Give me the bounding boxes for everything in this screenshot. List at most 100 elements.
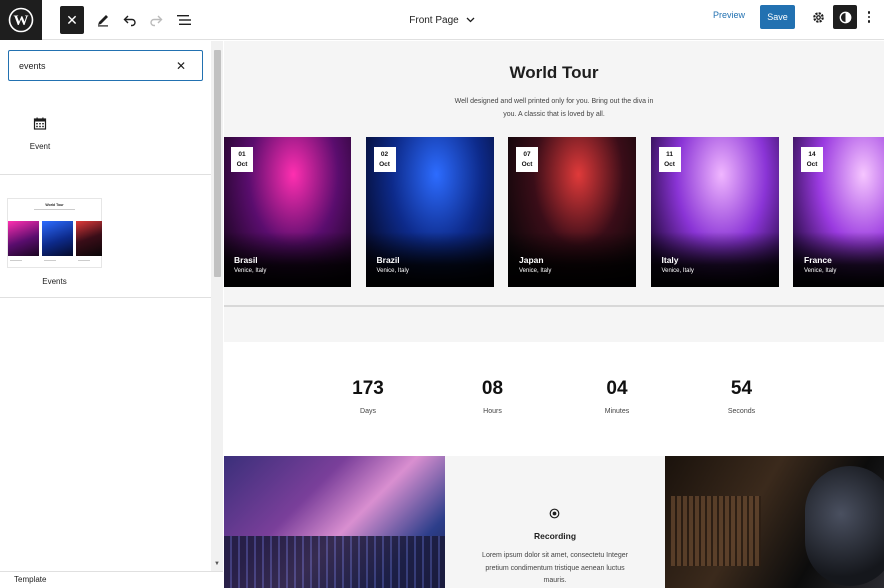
countdown-item: 173 Days: [328, 378, 408, 415]
event-city: Japan: [519, 255, 544, 265]
sidebar-scrollbar-thumb[interactable]: [214, 50, 221, 277]
feature-text-block[interactable]: Recording Lorem ipsum dolor sit amet, co…: [445, 456, 665, 588]
pattern-preview-text-line: [10, 260, 22, 261]
date-day: 14: [808, 151, 816, 158]
event-venue: Venice, Italy: [376, 268, 409, 274]
more-vertical-icon: [867, 11, 871, 14]
countdown-block[interactable]: 173 Days 08 Hours 04 Minutes 54 Seconds: [224, 342, 884, 456]
countdown-label: Hours: [483, 408, 502, 415]
date-day: 07: [523, 151, 531, 158]
event-card[interactable]: 07 Oct Japan Venice, Italy: [508, 137, 636, 287]
date-badge: 01 Oct: [231, 147, 253, 172]
countdown-item: 08 Hours: [453, 378, 533, 415]
section-divider: [0, 297, 211, 298]
pattern-preview-card: [8, 221, 39, 256]
event-city: Brazil: [376, 255, 400, 265]
countdown-label: Minutes: [604, 408, 630, 415]
svg-text:W: W: [14, 13, 29, 29]
search-input[interactable]: events ✕: [8, 50, 203, 81]
search-value: events: [19, 60, 46, 71]
undo-icon: [123, 15, 136, 27]
date-badge: 07 Oct: [516, 147, 538, 172]
event-city: France: [804, 255, 832, 265]
event-card[interactable]: 11 Oct Italy Venice, Italy: [650, 137, 779, 287]
block-result-event[interactable]: Event: [14, 117, 66, 157]
event-venue: Venice, Italy: [661, 268, 694, 274]
editor-canvas[interactable]: World Tour Well designed and well printe…: [224, 41, 884, 588]
breadcrumb[interactable]: Template: [0, 571, 223, 588]
settings-button[interactable]: [809, 7, 827, 27]
block-inserter-panel: events ✕ Event World Tour Events: [0, 41, 223, 588]
pattern-preview-text-line: [78, 260, 90, 261]
event-card[interactable]: 14 Oct France Venice, Italy: [793, 137, 884, 287]
person-silhouette-image: [805, 466, 884, 586]
studio-panel-image: [671, 496, 761, 566]
countdown-label: Seconds: [727, 408, 756, 415]
feature-text[interactable]: Lorem ipsum dolor sit amet, consectetu I…: [480, 550, 630, 588]
countdown-item: 04 Minutes: [577, 378, 657, 415]
event-venue: Venice, Italy: [234, 268, 267, 274]
pattern-preview-text-line: [44, 260, 56, 261]
event-city: Brasil: [234, 255, 258, 265]
calendar-icon: [33, 117, 47, 130]
block-result-label: Event: [29, 142, 51, 151]
countdown-item: 54 Seconds: [702, 378, 782, 415]
date-day: 11: [666, 151, 673, 158]
pattern-preview-card: [76, 221, 102, 256]
date-badge: 02 Oct: [373, 147, 396, 172]
chevron-down-icon[interactable]: [466, 17, 475, 23]
undo-button[interactable]: [121, 6, 139, 34]
list-view-icon: [177, 15, 191, 25]
date-day: 01: [238, 151, 246, 158]
list-view-button[interactable]: [174, 6, 194, 34]
countdown-label: Days: [360, 408, 376, 415]
record-icon: [549, 508, 560, 519]
event-card[interactable]: 01 Oct Brasil Venice, Italy: [224, 137, 351, 287]
date-month: Oct: [806, 161, 818, 168]
event-city: Italy: [661, 255, 679, 265]
date-badge: 14 Oct: [801, 147, 823, 172]
pattern-result-label: Events: [42, 277, 67, 286]
pattern-preview-title: World Tour: [45, 203, 64, 207]
date-badge: 11 Oct: [658, 147, 681, 172]
section-divider: [0, 174, 211, 175]
event-venue: Venice, Italy: [519, 268, 552, 274]
redo-button[interactable]: [147, 6, 165, 34]
feature-title[interactable]: Recording: [445, 531, 665, 541]
countdown-value: 173: [352, 378, 384, 399]
pattern-preview-card: [42, 221, 73, 256]
document-title[interactable]: Front Page: [409, 15, 458, 26]
countdown-value: 04: [606, 378, 628, 399]
mixer-board-image: [224, 536, 445, 588]
feature-image-left[interactable]: [224, 456, 445, 588]
date-month: Oct: [521, 161, 533, 168]
editor-top-bar: W ✕ Front Page Preview Save: [0, 0, 884, 40]
section-heading[interactable]: World Tour: [224, 63, 884, 83]
styles-button[interactable]: [833, 5, 857, 29]
pattern-preview-events[interactable]: World Tour: [7, 198, 102, 268]
save-button[interactable]: Save: [760, 5, 795, 29]
close-inserter-button[interactable]: ✕: [60, 6, 84, 34]
redo-icon: [150, 15, 163, 27]
section-description[interactable]: Well designed and well printed only for …: [454, 95, 654, 121]
preview-button[interactable]: Preview: [713, 10, 745, 20]
feature-image-right[interactable]: [665, 456, 884, 588]
section-separator: [224, 305, 884, 307]
tools-button[interactable]: [94, 6, 112, 34]
scroll-down-arrow-icon[interactable]: ▼: [213, 561, 221, 569]
pattern-preview-text-line: [34, 209, 75, 210]
date-day: 02: [380, 151, 389, 158]
wordpress-logo-icon[interactable]: W: [0, 0, 42, 40]
close-icon: ✕: [66, 11, 78, 28]
date-month: Oct: [664, 161, 675, 168]
gear-icon: [812, 11, 824, 23]
date-month: Oct: [236, 161, 248, 168]
more-options-button[interactable]: [864, 7, 874, 27]
half-circle-contrast-icon: [839, 11, 851, 23]
date-month: Oct: [379, 161, 390, 168]
event-venue: Venice, Italy: [804, 268, 837, 274]
clear-search-icon[interactable]: ✕: [176, 59, 186, 73]
pencil-icon: [98, 15, 108, 27]
event-card[interactable]: 02 Oct Brazil Venice, Italy: [365, 137, 494, 287]
countdown-value: 08: [481, 378, 504, 399]
